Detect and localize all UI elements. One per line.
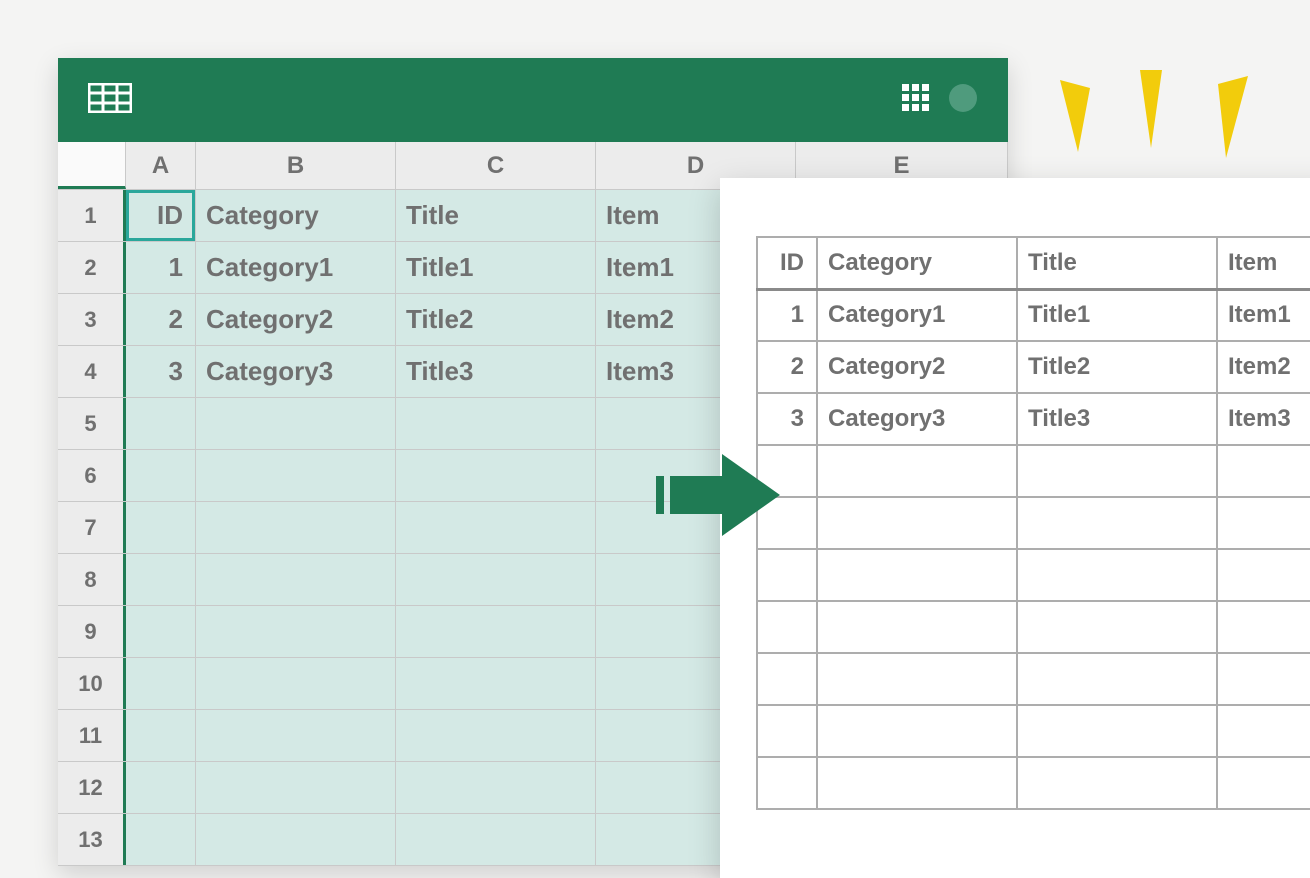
cell[interactable]	[196, 554, 396, 605]
export-cell: Title2	[1017, 341, 1217, 393]
cell[interactable]	[396, 554, 596, 605]
export-cell: Title1	[1017, 289, 1217, 341]
column-header-A[interactable]: A	[126, 142, 196, 189]
cell[interactable]	[396, 710, 596, 761]
row-header[interactable]: 13	[58, 814, 126, 865]
cell[interactable]	[126, 502, 196, 553]
cell[interactable]	[396, 658, 596, 709]
cell[interactable]	[396, 606, 596, 657]
table-row	[757, 705, 1310, 757]
cell[interactable]	[196, 450, 396, 501]
cell[interactable]	[396, 762, 596, 813]
row-header[interactable]: 12	[58, 762, 126, 813]
cell[interactable]	[126, 710, 196, 761]
export-cell: Category2	[817, 341, 1017, 393]
cell[interactable]	[126, 606, 196, 657]
table-row	[757, 757, 1310, 809]
table-row: 3 Category3 Title3 Item3	[757, 393, 1310, 445]
attention-rays-icon	[1040, 70, 1260, 180]
export-col-item: Item	[1217, 237, 1310, 289]
export-cell: Category1	[817, 289, 1017, 341]
cell[interactable]	[196, 398, 396, 449]
cell[interactable]	[126, 658, 196, 709]
cell-B4[interactable]: Category3	[196, 346, 396, 397]
cell[interactable]	[196, 502, 396, 553]
cell-B2[interactable]: Category1	[196, 242, 396, 293]
row-header[interactable]: 11	[58, 710, 126, 761]
cell-C3[interactable]: Title2	[396, 294, 596, 345]
row-header[interactable]: 7	[58, 502, 126, 553]
toolbar	[58, 58, 1008, 142]
export-cell: Category3	[817, 393, 1017, 445]
apps-grid-icon[interactable]	[902, 84, 930, 117]
cell[interactable]	[196, 658, 396, 709]
column-header-B[interactable]: B	[196, 142, 396, 189]
row-header[interactable]: 10	[58, 658, 126, 709]
export-panel: ID Category Title Item 1 Category1 Title…	[720, 178, 1310, 878]
export-col-title: Title	[1017, 237, 1217, 289]
export-cell: 2	[757, 341, 817, 393]
cell-B3[interactable]: Category2	[196, 294, 396, 345]
row-header[interactable]: 9	[58, 606, 126, 657]
table-row: 1 Category1 Title1 Item1	[757, 289, 1310, 341]
table-row	[757, 653, 1310, 705]
cell[interactable]	[396, 502, 596, 553]
cell[interactable]	[126, 554, 196, 605]
row-header[interactable]: 1	[58, 190, 126, 241]
export-cell: Item3	[1217, 393, 1310, 445]
row-header[interactable]: 4	[58, 346, 126, 397]
cell-A2[interactable]: 1	[126, 242, 196, 293]
cell[interactable]	[196, 762, 396, 813]
cell-A1[interactable]: ID	[126, 190, 196, 241]
table-row: 2 Category2 Title2 Item2	[757, 341, 1310, 393]
export-arrow-icon	[652, 450, 782, 545]
export-cell: Item2	[1217, 341, 1310, 393]
cell-C2[interactable]: Title1	[396, 242, 596, 293]
cell[interactable]	[126, 814, 196, 865]
cell[interactable]	[396, 398, 596, 449]
row-header[interactable]: 6	[58, 450, 126, 501]
cell[interactable]	[196, 814, 396, 865]
table-row: ID Category Title Item	[757, 237, 1310, 289]
export-cell: 1	[757, 289, 817, 341]
cell-C1[interactable]: Title	[396, 190, 596, 241]
table-row	[757, 497, 1310, 549]
row-header[interactable]: 8	[58, 554, 126, 605]
export-table: ID Category Title Item 1 Category1 Title…	[756, 236, 1310, 810]
cell[interactable]	[396, 450, 596, 501]
select-all-corner[interactable]	[58, 142, 126, 189]
column-header-C[interactable]: C	[396, 142, 596, 189]
cell[interactable]	[126, 762, 196, 813]
row-header[interactable]: 2	[58, 242, 126, 293]
table-icon[interactable]	[88, 83, 132, 118]
cell[interactable]	[396, 814, 596, 865]
export-cell: Title3	[1017, 393, 1217, 445]
cell[interactable]	[196, 710, 396, 761]
user-avatar-icon[interactable]	[948, 83, 978, 118]
export-cell: 3	[757, 393, 817, 445]
export-col-id: ID	[757, 237, 817, 289]
row-header[interactable]: 3	[58, 294, 126, 345]
table-row	[757, 601, 1310, 653]
table-row	[757, 549, 1310, 601]
table-row	[757, 445, 1310, 497]
cell[interactable]	[196, 606, 396, 657]
cell-A3[interactable]: 2	[126, 294, 196, 345]
cell[interactable]	[126, 398, 196, 449]
cell-B1[interactable]: Category	[196, 190, 396, 241]
cell-A4[interactable]: 3	[126, 346, 196, 397]
cell[interactable]	[126, 450, 196, 501]
export-col-category: Category	[817, 237, 1017, 289]
export-cell: Item1	[1217, 289, 1310, 341]
cell-C4[interactable]: Title3	[396, 346, 596, 397]
row-header[interactable]: 5	[58, 398, 126, 449]
